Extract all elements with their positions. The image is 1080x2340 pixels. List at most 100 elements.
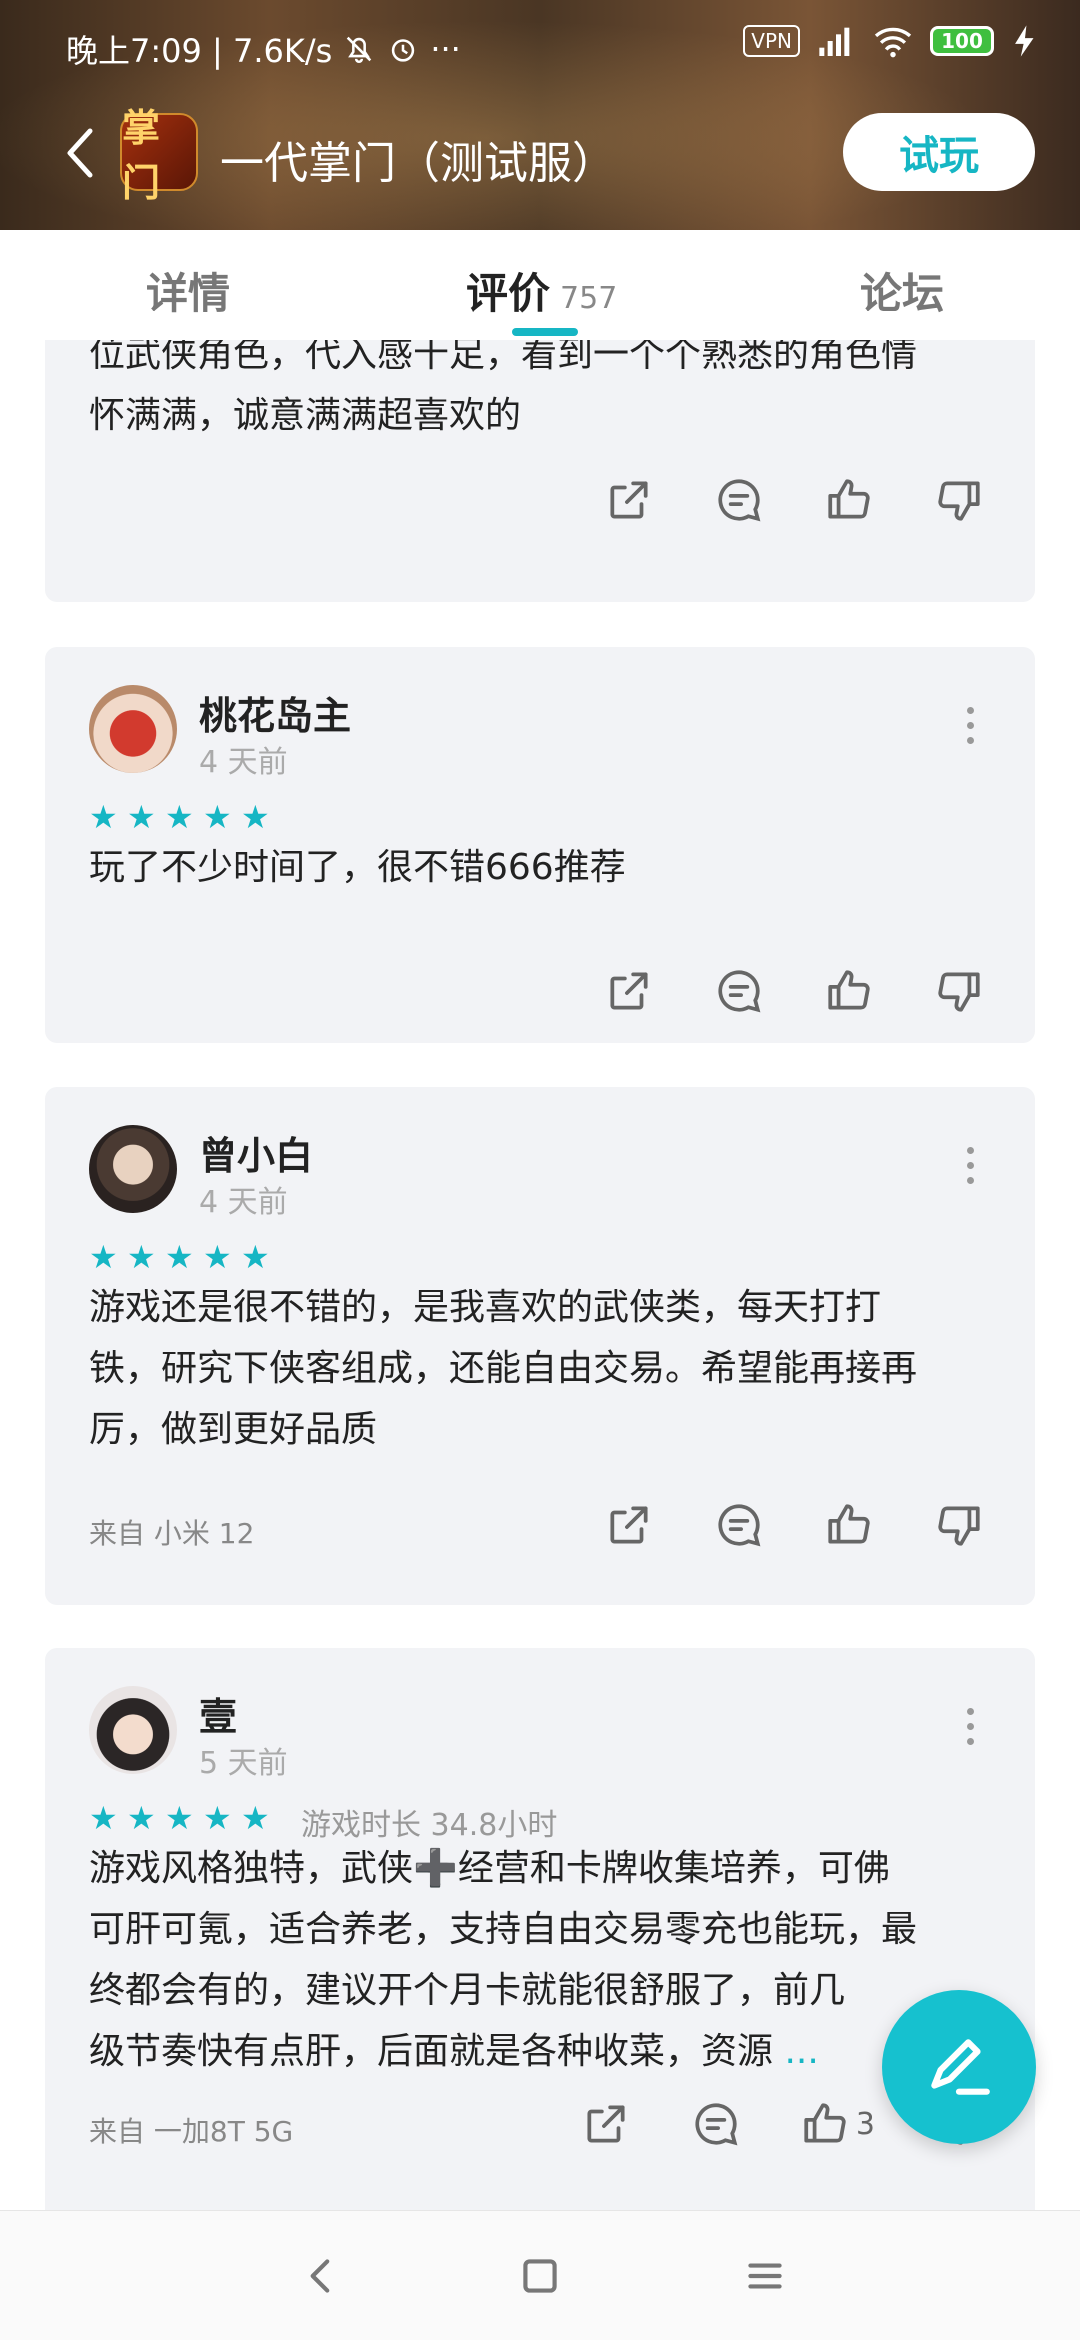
like-icon xyxy=(804,2103,846,2143)
device-label: 来自 一加8T 5G xyxy=(89,2115,294,2148)
reviews-list[interactable]: 位武侠角色，代入感十足，看到一个个熟悉的角色情 怀满满，诚意满满超喜欢的 桃花岛… xyxy=(0,340,1080,2210)
nav-back-icon[interactable] xyxy=(296,2251,346,2301)
review-text-line: 位武侠角色，代入感十足，看到一个个熟悉的角色情 xyxy=(89,340,918,375)
system-nav-bar xyxy=(0,2210,1080,2340)
nav-menu-icon[interactable] xyxy=(740,2251,790,2301)
comment-icon[interactable] xyxy=(713,965,765,1017)
reviewer-name[interactable]: 壹 xyxy=(199,1686,237,1741)
nav-home-icon[interactable] xyxy=(515,2251,565,2301)
tab-details[interactable]: 详情 xyxy=(146,260,230,321)
star-icon: ★ xyxy=(203,1238,232,1276)
charging-icon xyxy=(1015,25,1034,57)
star-icon: ★ xyxy=(203,1799,232,1837)
more-options-icon[interactable] xyxy=(967,707,977,744)
comment-icon[interactable] xyxy=(713,474,765,526)
review-text-line: 游戏风格独特，武侠➕经营和卡牌收集培养，可佛 xyxy=(89,1848,890,1889)
review-actions xyxy=(603,474,985,526)
share-icon[interactable] xyxy=(580,2098,632,2150)
share-icon[interactable] xyxy=(603,1499,655,1551)
star-icon: ★ xyxy=(165,798,194,836)
star-icon: ★ xyxy=(127,1799,156,1837)
share-icon[interactable] xyxy=(603,965,655,1017)
app-title: 一代掌门（测试服） xyxy=(220,138,616,189)
mute-icon xyxy=(347,36,372,63)
tab-reviews[interactable]: 评价 757 xyxy=(466,260,617,321)
review-text: 玩了不少时间了，很不错666推荐 xyxy=(89,847,626,888)
like-icon[interactable] xyxy=(823,1499,875,1551)
reviewer-name[interactable]: 曾小白 xyxy=(199,1125,313,1180)
rating-stars: ★ ★ ★ ★ ★ xyxy=(89,1238,271,1276)
expand-ellipsis[interactable]: ... xyxy=(784,2031,818,2072)
dislike-icon[interactable] xyxy=(933,965,985,1017)
alarm-icon xyxy=(392,39,415,62)
review-text: 游戏风格独特，武侠➕经营和卡牌收集培养，可佛 可肝可氪，适合养老，支持自由交易零… xyxy=(89,1838,985,2082)
signal-icon xyxy=(819,27,850,56)
like-button[interactable]: 3 xyxy=(800,2098,875,2150)
dislike-icon[interactable] xyxy=(933,474,985,526)
review-actions xyxy=(603,965,985,1017)
tab-reviews-label: 评价 xyxy=(466,269,551,318)
review-text-line: 终都会有的，建议开个月卡就能很舒服了，前几 xyxy=(89,1970,846,2011)
more-options-icon[interactable] xyxy=(967,1708,977,1745)
star-icon: ★ xyxy=(241,1238,270,1276)
app-bar: 掌门 一代掌门（测试服） 试玩 xyxy=(0,105,1080,205)
star-icon: ★ xyxy=(241,1799,270,1837)
tab-forum[interactable]: 论坛 xyxy=(860,260,944,321)
rating-stars: ★ ★ ★ ★ ★ xyxy=(89,798,271,836)
vpn-badge: VPN xyxy=(743,25,800,57)
status-bar: 晚上7:09 | 7.6K/s ··· VPN 100 xyxy=(0,0,1080,95)
tab-bar: 详情 评价 757 论坛 xyxy=(0,230,1080,340)
device-label: 来自 小米 12 xyxy=(89,1517,255,1550)
more-status-icon: ··· xyxy=(430,30,461,68)
share-icon[interactable] xyxy=(603,474,655,526)
review-text: 位武侠角色，代入感十足，看到一个个熟悉的角色情 怀满满，诚意满满超喜欢的 xyxy=(89,340,985,446)
star-icon: ★ xyxy=(89,1799,118,1837)
rating-stars: ★ ★ ★ ★ ★ xyxy=(89,1799,271,1837)
review-text-line: 级节奏快有点肝，后面就是各种收菜，资源 xyxy=(89,2031,774,2072)
like-count: 3 xyxy=(855,2106,875,2142)
dislike-icon[interactable] xyxy=(933,1499,985,1551)
reviews-count: 757 xyxy=(560,281,618,316)
like-icon[interactable] xyxy=(823,474,875,526)
reviewer-name[interactable]: 桃花岛主 xyxy=(199,685,351,740)
star-icon: ★ xyxy=(241,798,270,836)
comment-icon[interactable] xyxy=(690,2098,742,2150)
like-icon[interactable] xyxy=(823,965,875,1017)
review-card: 位武侠角色，代入感十足，看到一个个熟悉的角色情 怀满满，诚意满满超喜欢的 xyxy=(45,340,1035,602)
game-header: 晚上7:09 | 7.6K/s ··· VPN 100 掌门 一代掌门（测试服）… xyxy=(0,0,1080,230)
review-time: 5 天前 xyxy=(199,1746,288,1781)
review-text-line: 怀满满，诚意满满超喜欢的 xyxy=(89,395,522,436)
review-card: 桃花岛主 4 天前 ★ ★ ★ ★ ★ 玩了不少时间了，很不错666推荐 xyxy=(45,647,1035,1043)
review-time: 4 天前 xyxy=(199,1185,288,1220)
wifi-icon xyxy=(874,27,912,58)
avatar[interactable] xyxy=(89,1686,177,1774)
avatar[interactable] xyxy=(89,1125,177,1213)
star-icon: ★ xyxy=(165,1799,194,1837)
review-text: 游戏还是很不错的，是我喜欢的武侠类，每天打打 铁，研究下侠客组成，还能自由交易。… xyxy=(89,1277,985,1460)
more-options-icon[interactable] xyxy=(967,1147,977,1184)
pen-icon xyxy=(931,2039,990,2095)
star-icon: ★ xyxy=(89,798,118,836)
star-icon: ★ xyxy=(127,798,156,836)
review-text-line: 游戏还是很不错的，是我喜欢的武侠类，每天打打 xyxy=(89,1287,882,1328)
review-text-line: 铁，研究下侠客组成，还能自由交易。希望能再接再 xyxy=(89,1348,918,1389)
app-icon[interactable]: 掌门 xyxy=(120,106,198,205)
review-text-line: 可肝可氪，适合养老，支持自由交易零充也能玩，最 xyxy=(89,1909,918,1950)
battery-icon: 100 xyxy=(930,26,994,56)
status-time: 晚上7:09 | 7.6K/s xyxy=(66,32,333,70)
write-review-button[interactable] xyxy=(882,1990,1036,2144)
star-icon: ★ xyxy=(89,1238,118,1276)
review-card: 壹 5 天前 ★ ★ ★ ★ ★ 游戏时长 34.8小时 游戏风格独特，武侠➕经营和卡牌… xyxy=(45,1648,1035,2210)
star-icon: ★ xyxy=(203,798,232,836)
review-text-line: 厉，做到更好品质 xyxy=(89,1409,378,1450)
tab-active-indicator xyxy=(512,328,578,336)
star-icon: ★ xyxy=(165,1238,194,1276)
star-icon: ★ xyxy=(127,1238,156,1276)
review-actions xyxy=(603,1499,985,1551)
back-arrow-icon[interactable] xyxy=(60,123,100,183)
avatar[interactable] xyxy=(89,685,177,773)
comment-icon[interactable] xyxy=(713,1499,765,1551)
review-time: 4 天前 xyxy=(199,745,288,780)
review-card: 曾小白 4 天前 ★ ★ ★ ★ ★ 游戏还是很不错的，是我喜欢的武侠类，每天打打 铁，… xyxy=(45,1087,1035,1605)
try-play-button[interactable]: 试玩 xyxy=(843,113,1035,191)
